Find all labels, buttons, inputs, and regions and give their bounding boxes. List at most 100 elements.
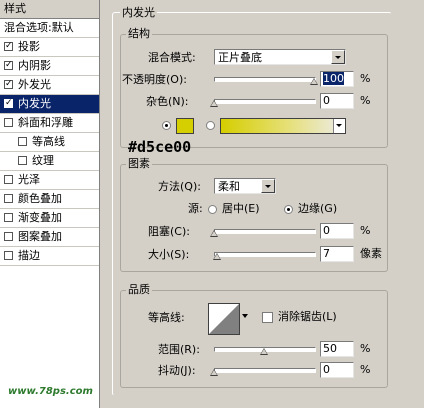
size-slider-thumb[interactable] [213,253,221,260]
opacity-slider-thumb[interactable] [310,78,318,85]
range-input[interactable]: 50 [320,341,354,357]
antialias-checkbox[interactable] [262,312,273,323]
jitter-label: 抖动(J): [158,364,196,377]
style-item-11[interactable]: 图案叠加 [0,228,99,247]
quality-legend: 品质 [126,283,152,296]
style-item-label: 斜面和浮雕 [18,116,73,129]
choke-input[interactable]: 0 [320,223,354,239]
method-label: 方法(Q): [158,180,201,193]
choke-percent: % [360,224,371,237]
style-item-12[interactable]: 描边 [0,247,99,266]
style-item-9[interactable]: 颜色叠加 [0,190,99,209]
solid-color-radio[interactable] [162,121,171,130]
style-item-label: 颜色叠加 [18,192,62,205]
choke-label: 阻塞(C): [148,225,190,238]
noise-label: 杂色(N): [146,95,189,108]
style-item-checkbox[interactable]: ✓ [4,61,13,70]
style-list-title: 样式 [4,2,26,15]
jitter-percent: % [360,363,371,376]
noise-slider-thumb[interactable] [210,100,218,107]
blend-mode-label: 混合模式: [148,51,196,64]
method-select[interactable]: 柔和 [214,178,276,194]
size-label: 大小(S): [148,248,190,261]
inner-glow-title: 内发光 [120,6,157,19]
style-item-label: 内发光 [18,97,51,110]
style-item-checkbox[interactable] [4,175,13,184]
method-value: 柔和 [218,180,240,193]
style-item-3[interactable]: ✓ 外发光 [0,76,99,95]
gradient-picker[interactable] [220,118,346,134]
opacity-slider[interactable] [214,77,316,82]
style-item-checkbox[interactable]: ✓ [4,99,13,108]
choke-slider-thumb[interactable] [210,230,218,237]
style-item-label: 图案叠加 [18,230,62,243]
choke-slider[interactable] [214,229,316,234]
style-list: 样式 混合选项:默认 ✓ 投影 ✓ 内阴影 ✓ 外发光 ✓ 内发光 斜面和浮雕 等高线 纹理 光泽 颜色叠… [0,0,100,408]
style-item-checkbox[interactable] [4,251,13,260]
inner-glow-panel: 内发光 结构 混合模式: 正片叠底 不透明度(O): 100 % 杂色(N): … [108,0,424,408]
style-item-checkbox[interactable] [18,137,27,146]
elements-legend: 图素 [126,157,152,170]
style-item-2[interactable]: ✓ 内阴影 [0,57,99,76]
style-item-4[interactable]: ✓ 内发光 [0,95,99,114]
style-item-label: 光泽 [18,173,40,186]
style-item-8[interactable]: 光泽 [0,171,99,190]
style-item-5[interactable]: 斜面和浮雕 [0,114,99,133]
chevron-down-icon [336,124,342,127]
structure-legend: 结构 [126,27,152,40]
jitter-slider-thumb[interactable] [210,369,218,376]
source-center-label[interactable]: 居中(E) [222,202,260,216]
style-item-label: 等高线 [32,135,65,148]
style-item-checkbox[interactable] [4,118,13,127]
source-center-radio[interactable] [208,205,217,214]
size-pixel-unit: 像素 [360,247,382,260]
source-label: 源: [188,202,203,215]
style-item-label: 内阴影 [18,59,51,72]
contour-picker[interactable] [208,303,240,335]
color-hex-annotation: #d5ce00 [128,138,192,156]
style-item-10[interactable]: 渐变叠加 [0,209,99,228]
site-watermark: www.78ps.com [8,386,93,397]
noise-input[interactable]: 0 [320,93,354,109]
size-slider[interactable] [214,252,316,257]
style-item-checkbox[interactable]: ✓ [4,80,13,89]
style-item-checkbox[interactable] [4,213,13,222]
contour-label: 等高线: [148,311,185,324]
blend-mode-value: 正片叠底 [218,51,262,64]
range-percent: % [360,342,371,355]
style-item-label: 纹理 [32,154,54,167]
style-item-label: 外发光 [18,78,51,91]
source-edge-label[interactable]: 边缘(G) [298,202,337,216]
chevron-down-icon[interactable] [242,314,248,318]
linear-contour-icon [209,304,239,334]
style-item-6[interactable]: 等高线 [0,133,99,152]
blend-mode-select[interactable]: 正片叠底 [214,49,346,65]
chevron-down-icon[interactable] [261,179,275,193]
gradient-radio[interactable] [206,121,215,130]
style-item-1[interactable]: ✓ 投影 [0,38,99,57]
style-item-checkbox[interactable] [18,156,27,165]
style-item-label: 混合选项:默认 [4,21,74,34]
style-item-7[interactable]: 纹理 [0,152,99,171]
range-slider-thumb[interactable] [260,348,268,355]
glow-color-swatch[interactable] [176,118,194,134]
antialias-label[interactable]: 消除锯齿(L) [278,310,337,324]
style-list-header: 样式 [0,0,99,19]
opacity-input[interactable]: 100 [320,71,354,87]
style-item-0[interactable]: 混合选项:默认 [0,19,99,38]
size-input[interactable]: 7 [320,246,354,262]
source-edge-radio[interactable] [284,205,293,214]
range-label: 范围(R): [158,343,200,356]
style-item-checkbox[interactable]: ✓ [4,42,13,51]
opacity-label: 不透明度(O): [122,73,187,86]
opacity-percent: % [360,72,371,85]
style-item-checkbox[interactable] [4,232,13,241]
noise-percent: % [360,94,371,107]
jitter-input[interactable]: 0 [320,362,354,378]
chevron-down-icon[interactable] [331,50,345,64]
style-item-label: 渐变叠加 [18,211,62,224]
jitter-slider[interactable] [214,368,316,373]
style-item-label: 描边 [18,249,40,262]
style-item-checkbox[interactable] [4,194,13,203]
noise-slider[interactable] [214,99,316,104]
